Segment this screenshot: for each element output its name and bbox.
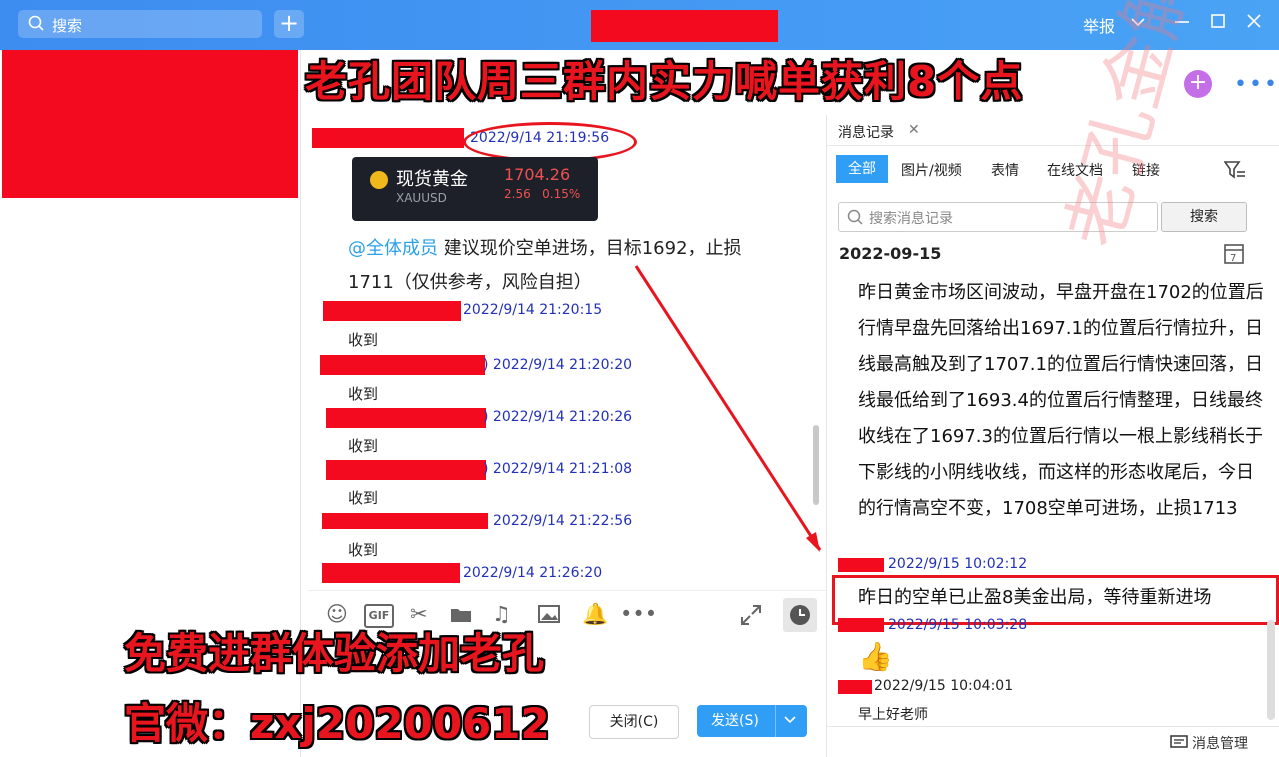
close-icon[interactable] bbox=[1246, 13, 1262, 33]
toolbar-divider bbox=[308, 590, 826, 591]
gold-coin-icon bbox=[370, 171, 388, 189]
message-text: 收到 bbox=[348, 541, 379, 559]
message-timestamp: ) 2022/9/14 21:20:26 bbox=[483, 409, 633, 425]
tab-emoji[interactable]: 表情 bbox=[991, 160, 1019, 180]
message-text: 收到 bbox=[348, 331, 379, 349]
annotation-arrow bbox=[634, 265, 822, 552]
history-timestamp: 2022/9/15 10:02:12 bbox=[888, 556, 1028, 572]
redacted-sender bbox=[838, 618, 884, 632]
more-tools-icon[interactable]: ••• bbox=[620, 602, 657, 626]
history-clock-icon[interactable] bbox=[783, 598, 817, 632]
promo-headline: 老孔团队周三群内实力喊单获利8个点 bbox=[305, 57, 1024, 106]
redacted-sender bbox=[838, 680, 872, 694]
redacted-sender bbox=[322, 513, 488, 529]
close-panel-icon[interactable]: ✕ bbox=[908, 122, 920, 138]
redacted-sender bbox=[323, 301, 461, 321]
message-timestamp: ) 2022/9/14 21:21:08 bbox=[483, 461, 633, 477]
message-timestamp: ) 2022/9/14 21:20:20 bbox=[483, 357, 633, 373]
panel-title: 消息记录 bbox=[838, 125, 894, 141]
quote-price: 1704.26 bbox=[504, 165, 571, 184]
message-manager-button[interactable]: 消息管理 bbox=[1170, 733, 1248, 753]
message-text: 收到 bbox=[348, 437, 379, 455]
quote-name: 现货黄金 bbox=[396, 169, 468, 190]
search-input[interactable]: 搜索 bbox=[18, 10, 262, 38]
date-header: 2022-09-15 bbox=[839, 244, 942, 263]
message-text: 收到 bbox=[348, 489, 379, 507]
search-icon bbox=[28, 15, 44, 35]
filter-icon[interactable] bbox=[1223, 160, 1246, 184]
quote-change: 2.56 0.15% bbox=[504, 187, 581, 201]
highlight-ellipse bbox=[463, 122, 637, 162]
quote-card[interactable]: 现货黄金 1704.26 XAUUSD 2.56 0.15% bbox=[352, 157, 598, 221]
announcement-message: @全体成员 建议现价空单进场，目标1692，止损 bbox=[348, 238, 742, 259]
search-icon bbox=[847, 209, 863, 229]
redacted-sender bbox=[326, 408, 486, 428]
redacted-sender bbox=[326, 460, 486, 480]
history-search-button[interactable]: 搜索 bbox=[1161, 202, 1247, 232]
add-app-icon[interactable]: + bbox=[1184, 70, 1212, 98]
panel-divider bbox=[827, 145, 1279, 146]
thumbs-up-emoji: 👍 bbox=[858, 640, 893, 673]
history-scrollbar[interactable] bbox=[1267, 620, 1275, 720]
chevron-down-icon[interactable] bbox=[783, 706, 797, 738]
panel-divider bbox=[827, 726, 1279, 727]
message-text: 收到 bbox=[348, 385, 379, 403]
history-timestamp: 2022/9/15 10:03:28 bbox=[888, 617, 1028, 633]
message-timestamp: 2022/9/14 21:22:56 bbox=[493, 513, 633, 529]
close-chat-button[interactable]: 关闭(C) bbox=[589, 705, 679, 739]
history-message: 早上好老师 bbox=[858, 707, 928, 723]
tab-all[interactable]: 全部 bbox=[836, 155, 888, 183]
promo-line-2: 官微：zxj20200612 bbox=[124, 699, 550, 748]
redacted-sender bbox=[320, 355, 485, 375]
bell-icon[interactable]: 🔔 bbox=[582, 602, 608, 627]
redacted-sender bbox=[322, 563, 460, 583]
add-button[interactable]: + bbox=[274, 10, 304, 38]
announcement-line-2: 1711（仅供参考，风险自担） bbox=[348, 272, 592, 293]
maximize-icon[interactable] bbox=[1210, 13, 1226, 33]
history-long-message: 昨日黄金市场区间波动，早盘开盘在1702的位置后行情早盘先回落给出1697.1的… bbox=[858, 282, 1264, 519]
promo-line-1: 免费进群体验添加老孔 bbox=[124, 629, 545, 678]
message-timestamp: 2022/9/14 21:26:20 bbox=[463, 565, 603, 581]
redacted-contact-list bbox=[2, 50, 298, 198]
svg-text:7: 7 bbox=[1230, 253, 1236, 264]
history-timestamp: 2022/9/15 10:04:01 bbox=[874, 678, 1014, 694]
calendar-icon[interactable]: 7 bbox=[1224, 242, 1244, 268]
send-button[interactable]: 发送(S) bbox=[697, 705, 807, 737]
expand-icon[interactable] bbox=[740, 604, 762, 631]
message-timestamp: 2022/9/14 21:20:15 bbox=[463, 302, 603, 318]
more-icon[interactable]: ••• bbox=[1234, 72, 1279, 97]
redacted-title bbox=[591, 10, 778, 42]
redacted-sender bbox=[312, 128, 464, 148]
mention-all[interactable]: @全体成员 bbox=[348, 238, 438, 259]
tab-media[interactable]: 图片/视频 bbox=[901, 160, 962, 180]
redacted-sender bbox=[838, 558, 884, 572]
history-message: 昨日的空单已止盈8美金出局，等待重新进场 bbox=[858, 587, 1212, 608]
quote-code: XAUUSD bbox=[396, 191, 447, 205]
search-placeholder: 搜索 bbox=[52, 17, 83, 35]
